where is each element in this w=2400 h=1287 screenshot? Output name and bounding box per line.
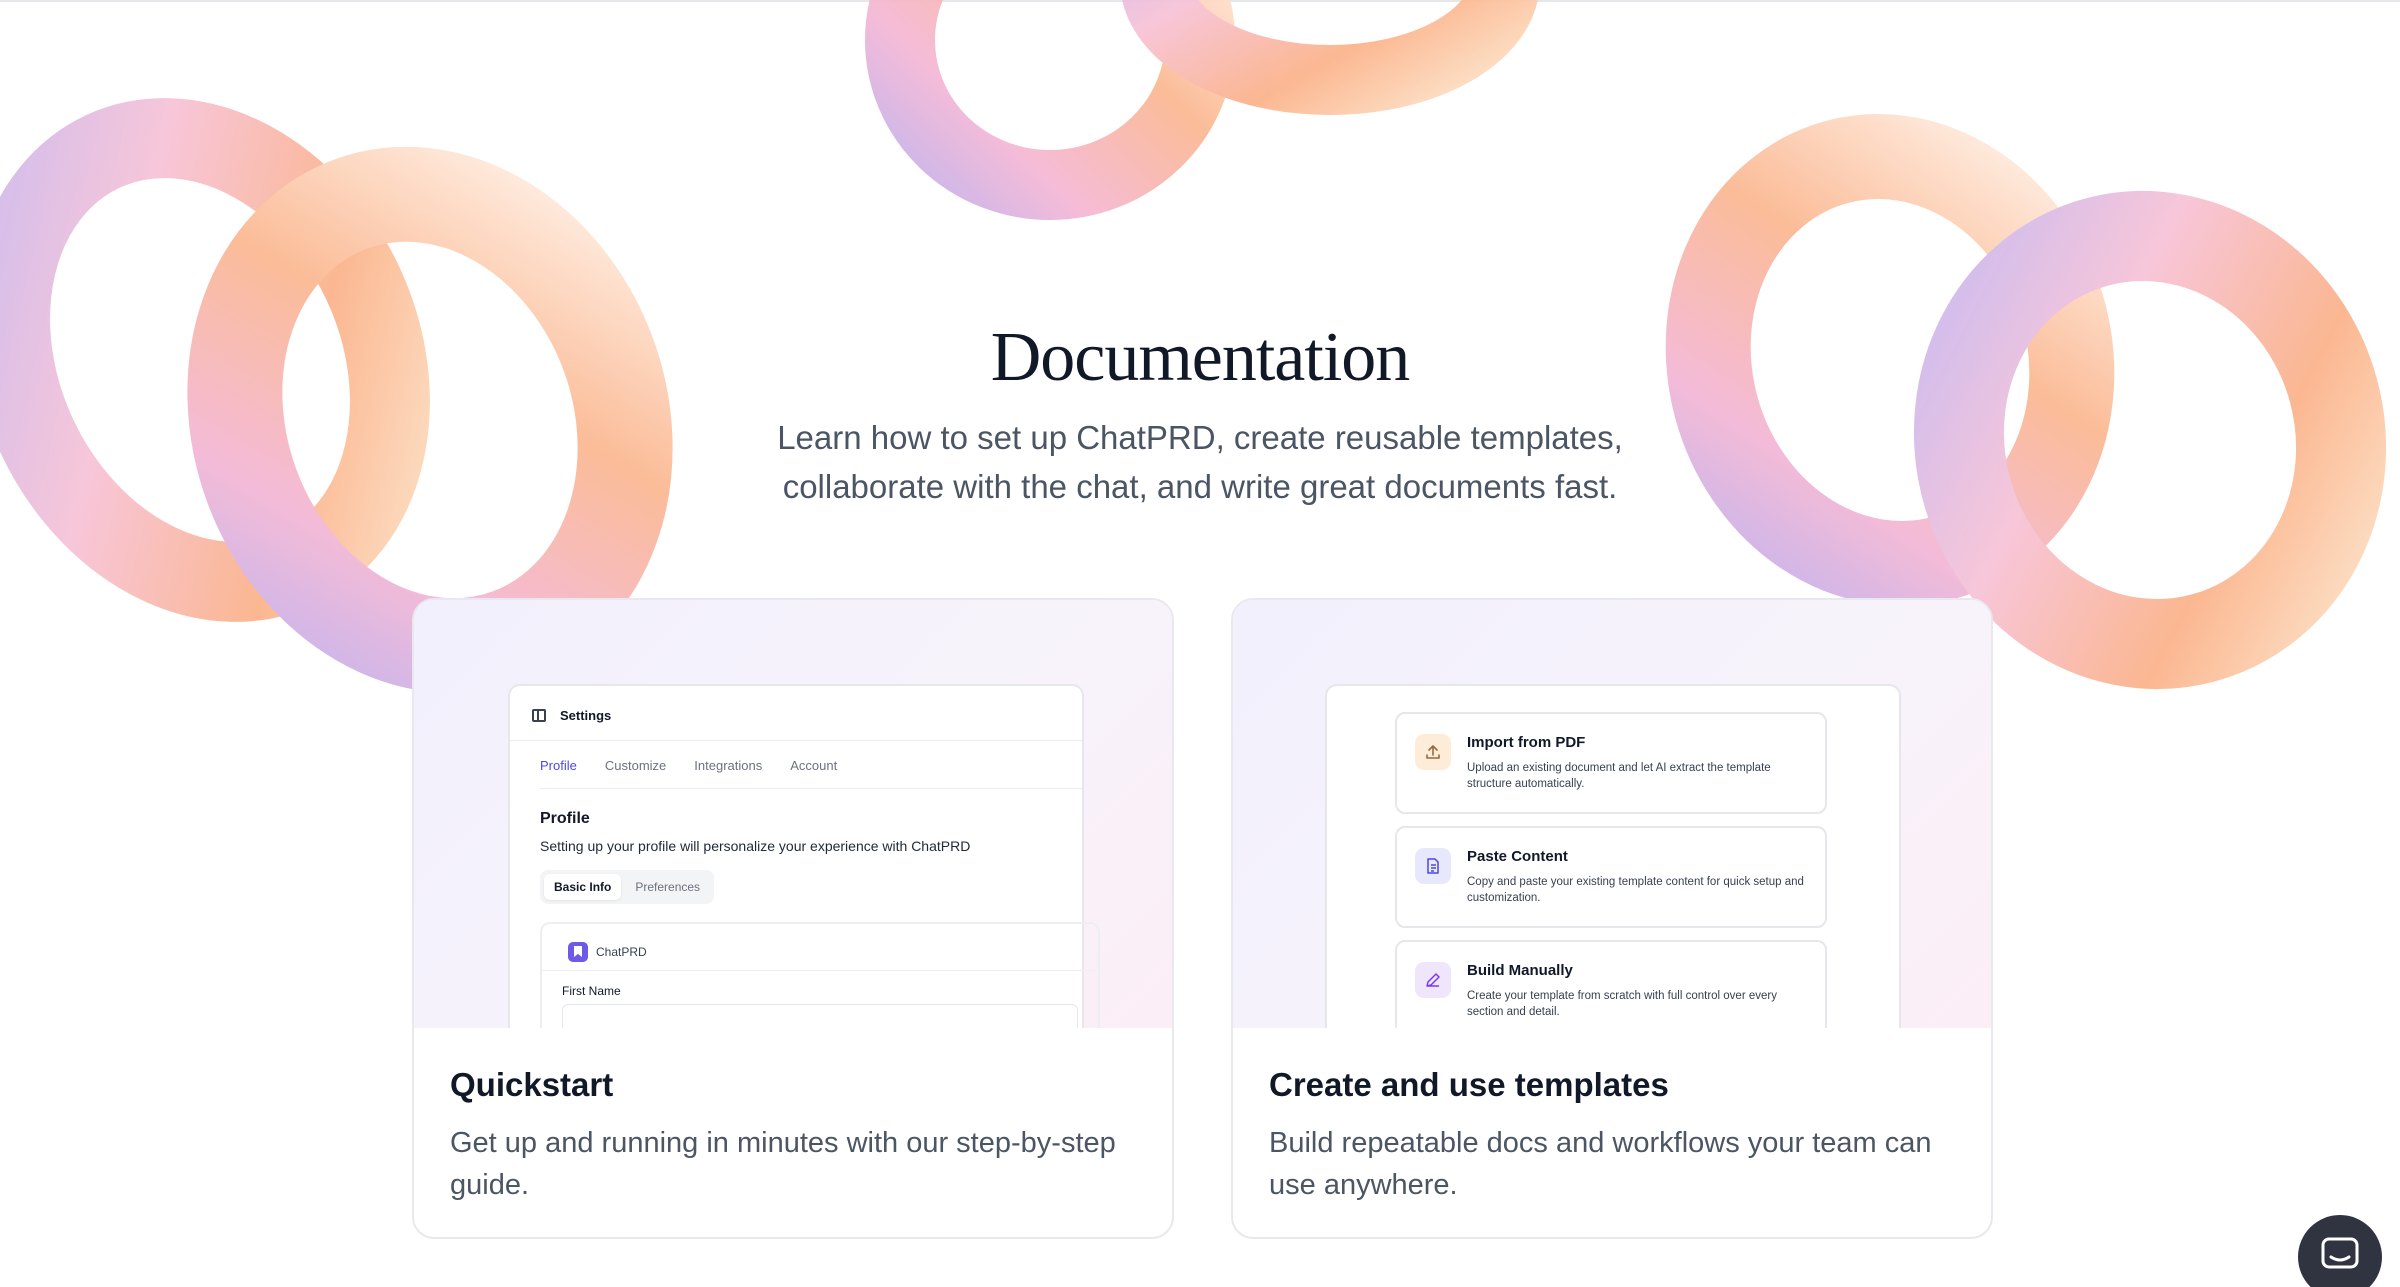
option-title: Build Manually	[1467, 962, 1573, 979]
page-subtitle: Learn how to set up ChatPRD, create reus…	[777, 419, 1623, 505]
option-description: Create your template from scratch with f…	[1467, 990, 1777, 1018]
page-title: Documentation	[990, 319, 1411, 396]
tab-customize: Customize	[604, 758, 667, 773]
option-paste-content: Paste Content Copy and paste your existi…	[1395, 826, 1827, 928]
settings-title: Settings	[560, 708, 612, 723]
templates-card[interactable]: Import from PDF Upload an existing docum…	[1231, 598, 1993, 1239]
templates-description: Build repeatable docs and workflows your…	[1269, 1127, 1932, 1201]
brand-name: ChatPRD	[596, 945, 647, 959]
option-import-pdf: Import from PDF Upload an existing docum…	[1395, 712, 1827, 814]
top-border	[0, 0, 2400, 2]
documentation-page: Documentation Learn how to set up ChatPR…	[0, 0, 2400, 1287]
segment-basic-info: Basic Info	[544, 874, 622, 900]
divider	[542, 970, 1098, 971]
quickstart-title: Quickstart	[450, 1066, 614, 1103]
divider	[510, 740, 1082, 741]
brand-row: ChatPRD	[568, 942, 647, 962]
chat-icon	[2321, 1237, 2359, 1269]
decorative-ribbons	[0, 0, 2387, 694]
quickstart-preview: Settings Profile Customize Integrations …	[414, 600, 1172, 1028]
sidebar-toggle-icon	[532, 709, 546, 722]
option-description: Copy and paste your existing template co…	[1467, 876, 1804, 904]
profile-description: Setting up your profile will personalize…	[540, 838, 971, 854]
profile-heading: Profile	[540, 810, 590, 827]
templates-mock: Import from PDF Upload an existing docum…	[1325, 684, 1901, 1028]
first-name-label: First Name	[562, 984, 621, 998]
settings-header: Settings	[532, 708, 611, 723]
upload-icon	[1415, 734, 1451, 770]
chat-widget-button[interactable]	[2298, 1215, 2382, 1287]
first-name-field	[562, 1004, 1078, 1028]
templates-body: Create and use templates Build repeatabl…	[1269, 1066, 1955, 1206]
segment-preferences: Preferences	[635, 880, 701, 894]
templates-title: Create and use templates	[1269, 1066, 1669, 1103]
quickstart-body: Quickstart Get up and running in minutes…	[450, 1066, 1136, 1206]
option-title: Paste Content	[1467, 848, 1568, 865]
tab-profile: Profile	[540, 758, 577, 773]
profile-segment-control: Basic Info Preferences	[540, 870, 715, 904]
divider	[540, 788, 1082, 789]
pencil-icon	[1415, 962, 1451, 998]
option-build-manually: Build Manually Create your template from…	[1395, 940, 1827, 1028]
quickstart-description: Get up and running in minutes with our s…	[450, 1127, 1116, 1201]
option-title: Import from PDF	[1467, 734, 1586, 751]
tab-integrations: Integrations	[694, 758, 763, 773]
ribbon-top	[865, 0, 1538, 220]
document-icon	[1415, 848, 1451, 884]
option-description: Upload an existing document and let AI e…	[1467, 762, 1771, 790]
tab-account: Account	[790, 758, 838, 773]
settings-mock: Settings Profile Customize Integrations …	[508, 684, 1100, 1028]
settings-tabs: Profile Customize Integrations Account	[540, 758, 837, 773]
templates-preview: Import from PDF Upload an existing docum…	[1233, 600, 1991, 1028]
profile-form: ChatPRD First Name	[540, 922, 1100, 1028]
chatprd-logo-icon	[568, 942, 588, 962]
quickstart-card[interactable]: Settings Profile Customize Integrations …	[412, 598, 1174, 1239]
